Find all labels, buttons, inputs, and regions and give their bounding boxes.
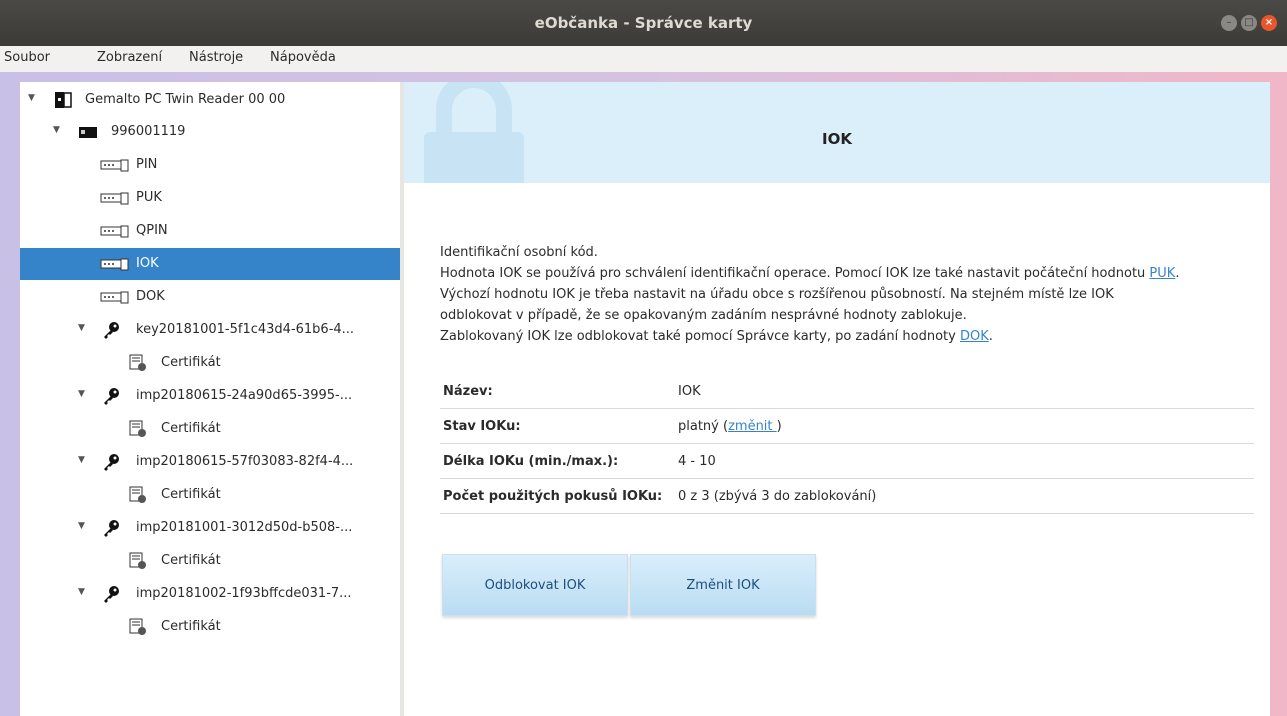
property-value: 4 - 10 bbox=[678, 454, 716, 469]
maximize-button[interactable]: □ bbox=[1241, 15, 1257, 31]
property-key: Stav IOKu: bbox=[443, 419, 521, 434]
description: Identifikační osobní kód. Hodnota IOK se… bbox=[440, 242, 1270, 347]
description-line: Hodnota IOK se používá pro schválení ide… bbox=[440, 266, 1180, 281]
certificate-label: Certifikát bbox=[161, 619, 221, 634]
tree-item-certificate[interactable]: Certifikát bbox=[20, 611, 400, 643]
expander-arrow-icon[interactable]: ▼ bbox=[78, 455, 85, 465]
key-label: imp20181001-3012d50d-b508-... bbox=[136, 520, 353, 535]
key-icon bbox=[104, 322, 119, 339]
description-line: Výchozí hodnotu IOK je třeba nastavit na… bbox=[440, 287, 1114, 302]
tree-item-dok[interactable]: DOK bbox=[20, 281, 400, 313]
certificate-icon bbox=[129, 552, 146, 569]
certificate-label: Certifikát bbox=[161, 553, 221, 568]
change-iok-button[interactable]: Změnit IOK bbox=[630, 554, 816, 616]
expander-arrow-icon[interactable]: ▼ bbox=[78, 587, 85, 597]
tree-item-iok[interactable]: IOK bbox=[20, 248, 400, 280]
code-keypad-icon bbox=[100, 159, 129, 172]
property-key: Počet použitých pokusů IOKu: bbox=[443, 489, 663, 504]
detail-banner: IOK bbox=[404, 82, 1270, 183]
tree-item-key[interactable]: ▼ key20181001-5f1c43d4-61b6-4... bbox=[20, 314, 400, 346]
properties-table: Název: IOK Stav IOKu: platný (změnit ) D… bbox=[440, 374, 1254, 514]
key-label: imp20180615-24a90d65-3995-... bbox=[136, 388, 353, 403]
detail-panel: IOK Identifikační osobní kód. Hodnota IO… bbox=[404, 82, 1270, 716]
expander-arrow-icon[interactable]: ▼ bbox=[28, 93, 35, 103]
key-label: key20181001-5f1c43d4-61b6-4... bbox=[136, 322, 355, 337]
close-button[interactable]: × bbox=[1261, 15, 1277, 31]
change-link[interactable]: změnit bbox=[728, 419, 777, 434]
puk-link[interactable]: PUK bbox=[1149, 266, 1175, 281]
key-icon bbox=[104, 586, 119, 603]
tree-item-key[interactable]: ▼ imp20180615-57f03083-82f4-4... bbox=[20, 446, 400, 478]
certificate-icon bbox=[129, 354, 146, 371]
code-keypad-icon bbox=[100, 225, 129, 238]
window-controls: – □ × bbox=[1221, 15, 1277, 31]
property-key: Délka IOKu (min./max.): bbox=[443, 454, 619, 469]
property-value: platný (změnit ) bbox=[678, 419, 782, 434]
reader-label: Gemalto PC Twin Reader 00 00 bbox=[85, 92, 286, 107]
tree-item-label: PIN bbox=[136, 157, 158, 172]
smart-card-icon bbox=[79, 127, 97, 138]
tree-item-certificate[interactable]: Certifikát bbox=[20, 413, 400, 445]
expander-arrow-icon[interactable]: ▼ bbox=[78, 389, 85, 399]
expander-arrow-icon[interactable]: ▼ bbox=[78, 323, 85, 333]
code-keypad-icon bbox=[100, 291, 129, 304]
tree-item-key[interactable]: ▼ imp20181001-3012d50d-b508-... bbox=[20, 512, 400, 544]
dok-link[interactable]: DOK bbox=[960, 329, 989, 344]
certificate-icon bbox=[129, 618, 146, 635]
certificate-label: Certifikát bbox=[161, 487, 221, 502]
window-titlebar: eObčanka - Správce karty – □ × bbox=[0, 0, 1287, 46]
code-keypad-icon bbox=[100, 192, 129, 205]
property-row: Délka IOKu (min./max.): 4 - 10 bbox=[440, 444, 1254, 479]
tree-item-card[interactable]: ▼ 996001119 bbox=[20, 116, 400, 148]
key-icon bbox=[104, 388, 119, 405]
card-tree: ▼ Gemalto PC Twin Reader 00 00 ▼ 9960011… bbox=[20, 82, 400, 716]
tree-item-key[interactable]: ▼ imp20181002-1f93bffcde031-7... bbox=[20, 578, 400, 610]
card-reader-icon bbox=[55, 92, 72, 108]
page-title: IOK bbox=[822, 130, 852, 148]
code-keypad-icon bbox=[100, 258, 129, 271]
tree-item-certificate[interactable]: Certifikát bbox=[20, 479, 400, 511]
tree-item-key[interactable]: ▼ imp20180615-24a90d65-3995-... bbox=[20, 380, 400, 412]
tree-item-qpin[interactable]: QPIN bbox=[20, 215, 400, 247]
tree-item-reader[interactable]: ▼ Gemalto PC Twin Reader 00 00 bbox=[20, 84, 400, 116]
tree-item-certificate[interactable]: Certifikát bbox=[20, 347, 400, 379]
key-icon bbox=[104, 454, 119, 471]
menu-nastroje[interactable]: Nástroje bbox=[189, 50, 243, 65]
description-line: odblokovat v případě, že se opakovaným z… bbox=[440, 308, 967, 323]
tree-item-label: DOK bbox=[136, 289, 165, 304]
menu-soubor[interactable]: Soubor bbox=[4, 50, 50, 65]
tree-item-pin[interactable]: PIN bbox=[20, 149, 400, 181]
certificate-label: Certifikát bbox=[161, 421, 221, 436]
property-row: Počet použitých pokusů IOKu: 0 z 3 (zbýv… bbox=[440, 479, 1254, 514]
tree-item-label: PUK bbox=[136, 190, 162, 205]
description-line: Zablokovaný IOK lze odblokovat také pomo… bbox=[440, 329, 993, 344]
key-label: imp20181002-1f93bffcde031-7... bbox=[136, 586, 352, 601]
certificate-icon bbox=[129, 486, 146, 503]
description-line: Identifikační osobní kód. bbox=[440, 245, 598, 260]
expander-arrow-icon[interactable]: ▼ bbox=[78, 521, 85, 531]
menu-zobrazeni[interactable]: Zobrazení bbox=[97, 50, 162, 65]
tree-item-puk[interactable]: PUK bbox=[20, 182, 400, 214]
property-row: Název: IOK bbox=[440, 374, 1254, 409]
certificate-icon bbox=[129, 420, 146, 437]
expander-arrow-icon[interactable]: ▼ bbox=[53, 125, 60, 135]
tree-item-label: IOK bbox=[136, 256, 159, 271]
property-key: Název: bbox=[443, 384, 493, 399]
property-value: IOK bbox=[678, 384, 701, 399]
key-icon bbox=[104, 520, 119, 537]
tree-item-label: QPIN bbox=[136, 223, 168, 238]
property-row: Stav IOKu: platný (změnit ) bbox=[440, 409, 1254, 444]
card-label: 996001119 bbox=[111, 124, 186, 139]
unblock-iok-button[interactable]: Odblokovat IOK bbox=[442, 554, 628, 616]
menubar: Soubor Zobrazení Nástroje Nápověda bbox=[0, 46, 1287, 73]
certificate-label: Certifikát bbox=[161, 355, 221, 370]
key-label: imp20180615-57f03083-82f4-4... bbox=[136, 454, 354, 469]
minimize-button[interactable]: – bbox=[1221, 15, 1237, 31]
property-value: 0 z 3 (zbývá 3 do zablokování) bbox=[678, 489, 877, 504]
tree-item-certificate[interactable]: Certifikát bbox=[20, 545, 400, 577]
window-title: eObčanka - Správce karty bbox=[534, 14, 753, 32]
menu-napoveda[interactable]: Nápověda bbox=[270, 50, 336, 65]
